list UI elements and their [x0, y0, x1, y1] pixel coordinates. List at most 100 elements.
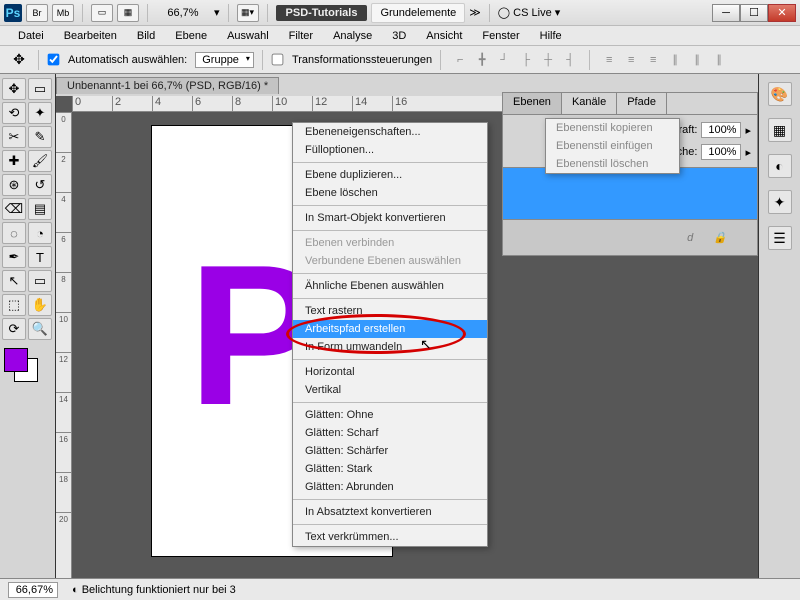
dist-right-icon[interactable]: ∥: [708, 51, 730, 69]
adjustments-panel-icon[interactable]: ◐: [768, 154, 792, 178]
menu-filter[interactable]: Filter: [279, 28, 323, 44]
flyout-copy-style[interactable]: Ebenenstil kopieren: [546, 119, 679, 137]
3d-tool[interactable]: ⬚: [2, 294, 26, 316]
ctx-item[interactable]: Horizontal: [293, 363, 487, 381]
ctx-item[interactable]: Vertikal: [293, 381, 487, 399]
flyout-delete-style[interactable]: Ebenenstil löschen: [546, 155, 679, 173]
zoom-tool[interactable]: 🔍: [28, 318, 52, 340]
ctx-item[interactable]: In Form umwandeln: [293, 338, 487, 356]
lasso-tool[interactable]: ⟲: [2, 102, 26, 124]
magic-wand-tool[interactable]: ✦: [28, 102, 52, 124]
opacity-field[interactable]: [701, 122, 741, 138]
align-vcenter-icon[interactable]: ╋: [471, 51, 493, 69]
color-swatch[interactable]: [2, 348, 42, 382]
workspace-more[interactable]: ≫: [469, 6, 481, 19]
dist-vcenter-icon[interactable]: ≡: [620, 51, 642, 69]
swatches-panel-icon[interactable]: ▦: [768, 118, 792, 142]
fill-field[interactable]: [701, 144, 741, 160]
menu-bild[interactable]: Bild: [127, 28, 165, 44]
ctx-item[interactable]: Ähnliche Ebenen auswählen: [293, 277, 487, 295]
move-tool-icon[interactable]: ✥: [8, 51, 30, 69]
status-zoom-field[interactable]: 66,67%: [8, 582, 58, 598]
rotate-view-tool[interactable]: ⟳: [2, 318, 26, 340]
zoom-level-field[interactable]: 66,7%: [156, 7, 210, 19]
workspace-grundelemente[interactable]: Grundelemente: [371, 3, 465, 23]
ctx-item[interactable]: Text rastern: [293, 302, 487, 320]
align-bottom-icon[interactable]: ┘: [493, 51, 515, 69]
extras-button[interactable]: ▦▾: [237, 4, 259, 22]
dist-left-icon[interactable]: ∥: [664, 51, 686, 69]
screen-mode-button[interactable]: ▭: [91, 4, 113, 22]
auto-select-combo[interactable]: Gruppe: [195, 52, 254, 68]
brush-tool[interactable]: 🖌: [28, 150, 52, 172]
styles-panel-icon[interactable]: ✦: [768, 190, 792, 214]
menu-ansicht[interactable]: Ansicht: [416, 28, 472, 44]
menu-fenster[interactable]: Fenster: [472, 28, 529, 44]
cs-live-button[interactable]: ◯ CS Live ▾: [498, 6, 560, 19]
path-select-tool[interactable]: ↖: [2, 270, 26, 292]
crop-tool[interactable]: ✂: [2, 126, 26, 148]
ctx-item[interactable]: In Absatztext konvertieren: [293, 503, 487, 521]
align-right-icon[interactable]: ┤: [559, 51, 581, 69]
move-tool[interactable]: ✥: [2, 78, 26, 100]
menu-auswahl[interactable]: Auswahl: [217, 28, 279, 44]
dist-top-icon[interactable]: ≡: [598, 51, 620, 69]
menu-datei[interactable]: Datei: [8, 28, 54, 44]
marquee-tool[interactable]: ▭: [28, 78, 52, 100]
auto-select-checkbox[interactable]: [48, 54, 60, 66]
maximize-button[interactable]: ☐: [740, 4, 768, 22]
ctx-item[interactable]: Ebene duplizieren...: [293, 166, 487, 184]
ctx-item[interactable]: Arbeitspfad erstellen: [293, 320, 487, 338]
tab-ebenen[interactable]: Ebenen: [503, 93, 562, 114]
ctx-item[interactable]: Ebene löschen: [293, 184, 487, 202]
ctx-item[interactable]: In Smart-Objekt konvertieren: [293, 209, 487, 227]
menu-3d[interactable]: 3D: [382, 28, 416, 44]
ctx-item[interactable]: Ebeneneigenschaften...: [293, 123, 487, 141]
tab-kanaele[interactable]: Kanäle: [562, 93, 617, 114]
menu-hilfe[interactable]: Hilfe: [530, 28, 572, 44]
dist-bottom-icon[interactable]: ≡: [642, 51, 664, 69]
flyout-paste-style[interactable]: Ebenenstil einfügen: [546, 137, 679, 155]
bridge-button[interactable]: Br: [26, 4, 48, 22]
shape-tool[interactable]: ▭: [28, 270, 52, 292]
background-layer-row[interactable]: d 🔒: [502, 220, 758, 256]
document-tab[interactable]: Unbenannt-1 bei 66,7% (PSD, RGB/16) *: [56, 77, 279, 94]
transform-controls-checkbox[interactable]: [272, 54, 284, 66]
align-hcenter-icon[interactable]: ┼: [537, 51, 559, 69]
menu-ebene[interactable]: Ebene: [165, 28, 217, 44]
clone-stamp-tool[interactable]: ⊛: [2, 174, 26, 196]
foreground-color[interactable]: [4, 348, 28, 372]
arrange-docs-button[interactable]: ▦: [117, 4, 139, 22]
close-button[interactable]: ✕: [768, 4, 796, 22]
tab-pfade[interactable]: Pfade: [617, 93, 667, 114]
history-brush-tool[interactable]: ↺: [28, 174, 52, 196]
align-left-icon[interactable]: ├: [515, 51, 537, 69]
ctx-item[interactable]: Glätten: Abrunden: [293, 478, 487, 496]
menu-bearbeiten[interactable]: Bearbeiten: [54, 28, 127, 44]
gradient-tool[interactable]: ▤: [28, 198, 52, 220]
type-tool[interactable]: T: [28, 246, 52, 268]
menu-analyse[interactable]: Analyse: [323, 28, 382, 44]
ctx-item[interactable]: Glätten: Schärfer: [293, 442, 487, 460]
align-top-icon[interactable]: ⌐: [449, 51, 471, 69]
blur-tool[interactable]: ◌: [2, 222, 26, 244]
selected-layer-row[interactable]: [502, 168, 758, 220]
pen-tool[interactable]: ✒: [2, 246, 26, 268]
ctx-item[interactable]: Glätten: Stark: [293, 460, 487, 478]
minibridge-button[interactable]: Mb: [52, 4, 74, 22]
workspace-psd-tutorials[interactable]: PSD-Tutorials: [276, 5, 368, 21]
dodge-tool[interactable]: ◔: [28, 222, 52, 244]
ctx-item[interactable]: Fülloptionen...: [293, 141, 487, 159]
eraser-tool[interactable]: ⌫: [2, 198, 26, 220]
layers-panel-icon[interactable]: ☰: [768, 226, 792, 250]
healing-brush-tool[interactable]: ✚: [2, 150, 26, 172]
color-panel-icon[interactable]: 🎨: [768, 82, 792, 106]
ctx-item[interactable]: Text verkrümmen...: [293, 528, 487, 546]
ctx-item[interactable]: Glätten: Scharf: [293, 424, 487, 442]
ctx-item[interactable]: Glätten: Ohne: [293, 406, 487, 424]
dist-hcenter-icon[interactable]: ∥: [686, 51, 708, 69]
hand-tool[interactable]: ✋: [28, 294, 52, 316]
minimize-button[interactable]: ─: [712, 4, 740, 22]
eyedropper-tool[interactable]: ✎: [28, 126, 52, 148]
application-titlebar: Ps Br Mb ▭ ▦ 66,7%▾ ▦▾ PSD-Tutorials Gru…: [0, 0, 800, 26]
